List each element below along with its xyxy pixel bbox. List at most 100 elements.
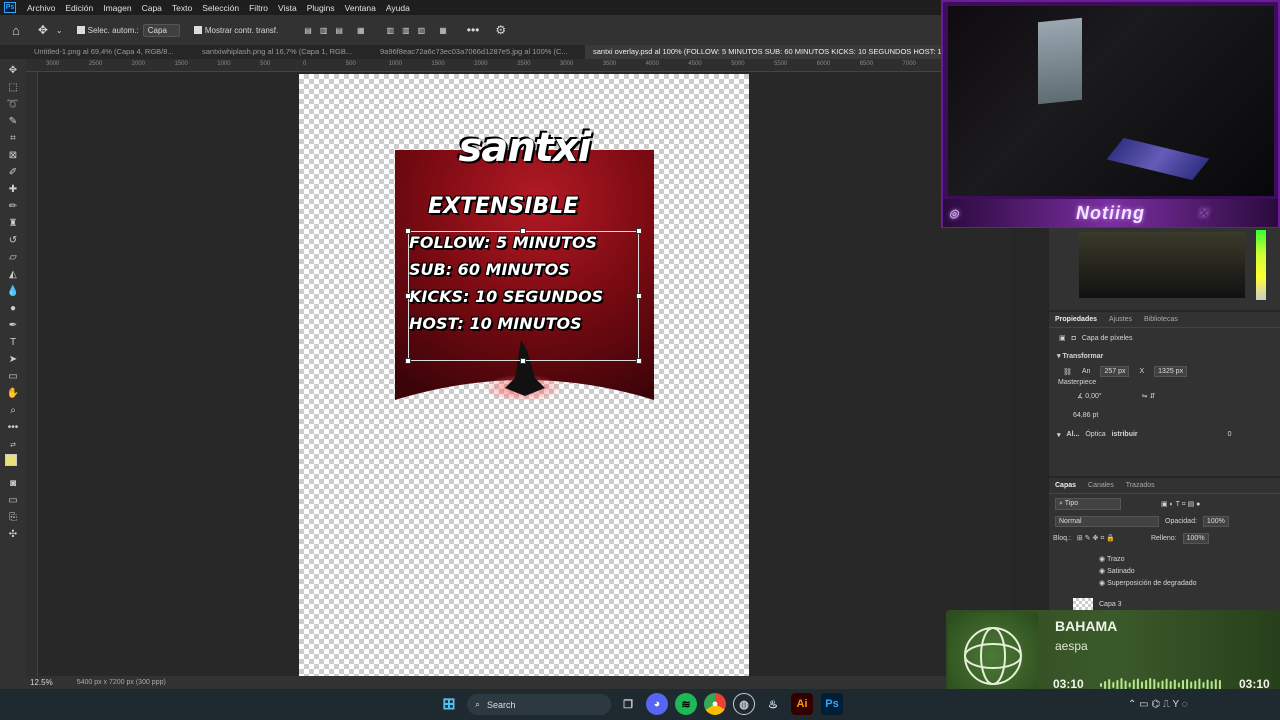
width-field[interactable]: 257 px <box>1100 366 1130 377</box>
distribute-icon[interactable]: ▦ <box>353 26 369 35</box>
menu-texto[interactable]: Texto <box>167 3 197 13</box>
align-center-icon[interactable]: ▥ <box>316 26 332 35</box>
stamp-tool-icon[interactable]: ♜ <box>5 216 21 231</box>
marquee-tool-icon[interactable]: ⬚ <box>5 80 21 95</box>
opacity-field[interactable]: 100% <box>1202 516 1229 527</box>
link-icon[interactable]: ⛓ <box>1063 368 1072 376</box>
align-section-title[interactable]: ▾ Al... Óptica istribuir 0 <box>1049 425 1280 445</box>
eraser-tool-icon[interactable]: ▱ <box>5 250 21 265</box>
hue-slider[interactable] <box>1256 230 1266 300</box>
photoshop-app-icon[interactable]: Ps <box>4 2 16 13</box>
quick-mask-icon[interactable]: ◙ <box>5 476 21 491</box>
screen-mode-icon[interactable]: ▭ <box>5 493 21 508</box>
default-colors-icon[interactable]: ⇄ <box>5 437 21 452</box>
transform-handle[interactable] <box>520 228 526 234</box>
layer-effect-trazo[interactable]: ◉ Trazo <box>1099 554 1280 566</box>
align-top-icon[interactable]: ▥ <box>383 26 399 35</box>
filter-icons[interactable]: ▣ ◐ T ⌗ ▤ ● <box>1161 500 1200 509</box>
photoshop-taskbar-icon[interactable]: Ps <box>821 693 843 715</box>
move-tool-icon[interactable]: ✥ <box>5 63 21 78</box>
discord-icon[interactable]: ◕ <box>646 693 668 715</box>
lock-icons[interactable]: ⊞ ✎ ✥ ⌗ 🔒 <box>1077 534 1115 543</box>
quick-select-tool-icon[interactable]: ✎ <box>5 114 21 129</box>
menu-ventana[interactable]: Ventana <box>340 3 381 13</box>
transform-handle[interactable] <box>405 358 411 364</box>
crop-tool-icon[interactable]: ⌗ <box>5 131 21 146</box>
generative-icon[interactable]: ✣ <box>5 527 21 542</box>
chrome-icon[interactable]: ● <box>704 693 726 715</box>
flip-icon[interactable]: ⇋ ⇵ <box>1142 392 1156 400</box>
x-field[interactable]: 1325 px <box>1154 366 1188 377</box>
layer-filter-dropdown[interactable]: ⌕ Tipo <box>1055 498 1121 510</box>
auto-select-dropdown[interactable]: Capa <box>142 23 180 37</box>
menu-filtro[interactable]: Filtro <box>244 3 273 13</box>
obs-icon[interactable]: ◍ <box>733 693 755 715</box>
menu-edicion[interactable]: Edición <box>60 3 98 13</box>
tab-jpg-image[interactable]: 9a96f8eac72a6c73ec03a7066d1287e5.jpg al … <box>372 45 585 59</box>
task-view-icon[interactable]: ❐ <box>617 693 639 715</box>
blend-mode-dropdown[interactable]: Normal <box>1055 516 1159 527</box>
menu-capa[interactable]: Capa <box>137 3 167 13</box>
tab-trazados[interactable]: Trazados <box>1126 482 1155 489</box>
more-options-icon[interactable]: ••• <box>463 23 484 37</box>
transform-handle[interactable] <box>520 358 526 364</box>
transform-handle[interactable] <box>636 358 642 364</box>
tab-ajustes[interactable]: Ajustes <box>1109 316 1132 323</box>
hand-tool-icon[interactable]: ✋ <box>5 386 21 401</box>
color-field[interactable] <box>1079 232 1245 298</box>
healing-tool-icon[interactable]: ✚ <box>5 182 21 197</box>
illustrator-icon[interactable]: Ai <box>791 693 813 715</box>
steam-icon[interactable]: ♨ <box>762 693 784 715</box>
eye-icon[interactable]: ◉ <box>1099 568 1105 575</box>
tab-bibliotecas[interactable]: Bibliotecas <box>1144 316 1178 323</box>
rectangle-tool-icon[interactable]: ▭ <box>5 369 21 384</box>
gear-icon[interactable]: ⚙ <box>491 23 510 37</box>
spotify-icon[interactable]: ≋ <box>675 693 697 715</box>
taskbar-search[interactable]: ⌕ Search <box>467 694 611 715</box>
align-middle-icon[interactable]: ▥ <box>398 26 414 35</box>
eyedropper-tool-icon[interactable]: ✐ <box>5 165 21 180</box>
align-left-icon[interactable]: ▤ <box>300 26 316 35</box>
tab-capas[interactable]: Capas <box>1055 482 1076 489</box>
foreground-color-swatch[interactable] <box>5 454 17 466</box>
layer-effect-gradient[interactable]: ◉ Superposición de degradado <box>1099 578 1280 590</box>
lasso-tool-icon[interactable]: ➰ <box>5 97 21 112</box>
transform-handle[interactable] <box>405 228 411 234</box>
dodge-tool-icon[interactable]: ● <box>5 301 21 316</box>
paint-bucket-tool-icon[interactable]: ◭ <box>5 267 21 282</box>
menu-archivo[interactable]: Archivo <box>22 3 60 13</box>
tab-propiedades[interactable]: Propiedades <box>1055 316 1097 323</box>
point-size-value[interactable]: 64,86 pt <box>1049 406 1280 425</box>
auto-select-checkbox[interactable]: Selec. autom.: <box>73 26 143 35</box>
artboard-icon[interactable]: ⎘ <box>5 510 21 525</box>
angle-field[interactable]: ∡ 0,00° <box>1077 392 1102 400</box>
menu-plugins[interactable]: Plugins <box>302 3 340 13</box>
move-tool-icon[interactable]: ✥ <box>34 23 52 37</box>
frame-tool-icon[interactable]: ⊠ <box>5 148 21 163</box>
tab-santxiwhiplash[interactable]: santxiwhiplash.png al 16,7% (Capa 1, RGB… <box>194 45 372 59</box>
show-transform-checkbox[interactable]: Mostrar contr. transf. <box>190 26 282 35</box>
zoom-level[interactable]: 12.5% <box>30 678 53 687</box>
type-tool-icon[interactable]: T <box>5 335 21 350</box>
brush-tool-icon[interactable]: ✏ <box>5 199 21 214</box>
pen-tool-icon[interactable]: ✒ <box>5 318 21 333</box>
eye-icon[interactable]: ◉ <box>1099 556 1105 563</box>
zoom-tool-icon[interactable]: ⌕ <box>5 403 21 418</box>
tab-canales[interactable]: Canales <box>1088 482 1114 489</box>
align-right-icon[interactable]: ▤ <box>331 26 347 35</box>
color-swatches[interactable] <box>3 454 23 474</box>
home-icon[interactable]: ⌂ <box>8 23 24 38</box>
windows-start-icon[interactable]: ⊞ <box>438 693 460 715</box>
fill-field[interactable]: 100% <box>1182 533 1209 544</box>
transform-bounding-box[interactable] <box>408 231 639 361</box>
transform-handle[interactable] <box>636 293 642 299</box>
menu-seleccion[interactable]: Selección <box>197 3 244 13</box>
transform-handle[interactable] <box>405 293 411 299</box>
chevron-down-icon[interactable]: ⌄ <box>52 26 67 35</box>
distribute-vertical-icon[interactable]: ▦ <box>435 26 451 35</box>
menu-ayuda[interactable]: Ayuda <box>381 3 415 13</box>
history-brush-tool-icon[interactable]: ↺ <box>5 233 21 248</box>
menu-vista[interactable]: Vista <box>273 3 302 13</box>
tab-untitled-1[interactable]: Untitled-1.png al 69,4% (Capa 4, RGB/8..… <box>26 45 194 59</box>
align-bottom-icon[interactable]: ▥ <box>414 26 430 35</box>
